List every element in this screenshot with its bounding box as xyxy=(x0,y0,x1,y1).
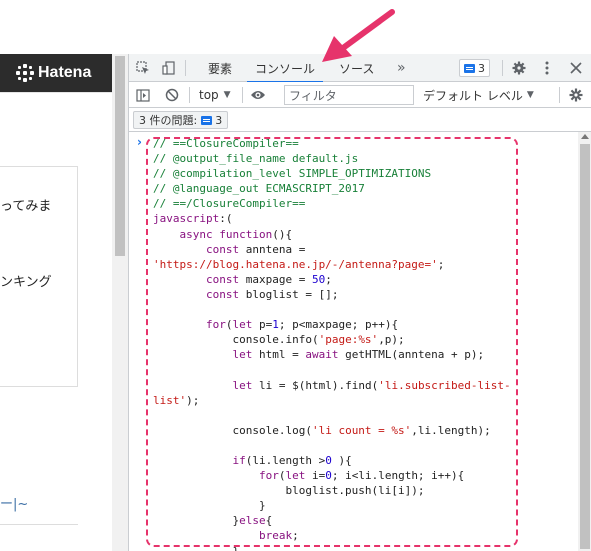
separator xyxy=(185,60,186,76)
page-scrollbar[interactable] xyxy=(112,54,128,551)
issues-count: 3 xyxy=(478,61,485,75)
separator xyxy=(189,87,190,103)
tab-console[interactable]: コンソール xyxy=(247,54,324,83)
filter-input[interactable]: フィルタ xyxy=(284,85,414,105)
filter-placeholder: フィルタ xyxy=(289,88,337,103)
page-text-3[interactable]: ー|~ xyxy=(0,493,28,512)
tab-sources[interactable]: ソース xyxy=(339,54,374,82)
sidebar-icon[interactable] xyxy=(135,87,151,103)
log-levels-dropdown[interactable]: デフォルト レベル ▼ xyxy=(423,82,534,108)
caret-down-icon: ▼ xyxy=(223,90,231,100)
hatena-header[interactable]: Hatena xyxy=(0,54,112,92)
separator xyxy=(502,60,503,76)
issues-counter[interactable]: 3 xyxy=(459,59,490,77)
console-settings-gear-icon[interactable] xyxy=(568,87,584,103)
device-icon[interactable] xyxy=(161,60,177,76)
eye-icon[interactable] xyxy=(249,87,267,103)
issues-icon xyxy=(464,63,475,73)
page-text-2[interactable]: ンキング xyxy=(0,271,52,290)
page-text-1[interactable]: ってみま xyxy=(0,195,51,214)
clear-icon[interactable] xyxy=(164,87,180,103)
divider xyxy=(0,524,78,525)
separator xyxy=(559,87,560,103)
web-page: Hatena ってみま ンキング ー|~ xyxy=(0,0,112,551)
log-levels-label: デフォルト レベル xyxy=(423,88,523,103)
console-scrollbar[interactable] xyxy=(578,132,591,551)
tab-console-label: コンソール xyxy=(255,61,316,76)
divider xyxy=(0,92,112,93)
card-border xyxy=(77,166,78,386)
tab-elements[interactable]: 要素 xyxy=(208,54,232,82)
kebab-icon[interactable] xyxy=(539,60,555,76)
issues-button[interactable]: 3 件の問題: 3 xyxy=(133,111,229,129)
divider xyxy=(0,166,78,167)
scroll-up-arrow-icon[interactable] xyxy=(581,134,589,139)
devtools-tabbar: 要素 コンソール ソース » 3 xyxy=(129,54,591,83)
inspect-icon[interactable] xyxy=(135,60,151,76)
issues-button-label: 3 件の問題: xyxy=(139,114,198,127)
close-icon[interactable] xyxy=(568,60,584,76)
console-toolbar: top ▼ フィルタ デフォルト レベル ▼ xyxy=(129,82,591,108)
console-scrollbar-thumb[interactable] xyxy=(580,144,590,549)
issues-button-count: 3 xyxy=(215,113,223,127)
hatena-logo-icon xyxy=(16,64,34,82)
gear-icon[interactable] xyxy=(511,60,527,76)
caret-down-icon: ▼ xyxy=(526,90,534,100)
highlight-box xyxy=(146,137,518,547)
hatena-brand: Hatena xyxy=(38,64,92,81)
page-top-blank xyxy=(0,0,112,54)
context-label: top xyxy=(199,88,219,102)
page-scrollbar-thumb[interactable] xyxy=(115,56,125,256)
separator xyxy=(242,87,243,103)
context-selector[interactable]: top ▼ xyxy=(199,82,231,108)
issues-icon xyxy=(201,115,213,125)
divider xyxy=(0,386,78,387)
prompt-chevron-icon: › xyxy=(137,135,142,149)
issues-bar: 3 件の問題: 3 xyxy=(129,108,591,132)
more-tabs-button[interactable]: » xyxy=(397,54,406,82)
